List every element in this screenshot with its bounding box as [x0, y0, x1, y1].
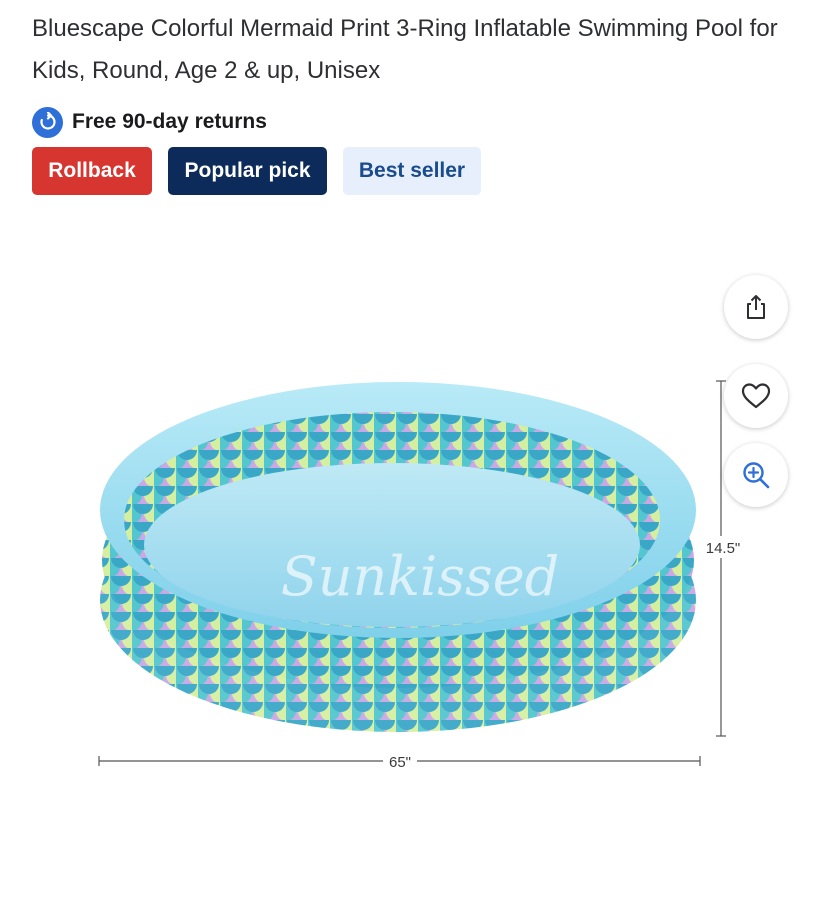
popular-pick-badge: Popular pick: [168, 147, 327, 195]
free-returns: Free 90-day returns: [32, 106, 267, 138]
height-label: 14.5": [706, 540, 741, 557]
rollback-badge: Rollback: [32, 147, 152, 195]
width-label: 65": [389, 754, 411, 771]
share-button[interactable]: [724, 275, 788, 339]
heart-icon: [741, 383, 771, 409]
share-icon: [747, 295, 765, 319]
product-title: Bluescape Colorful Mermaid Print 3-Ring …: [32, 15, 778, 84]
zoom-button[interactable]: [724, 443, 788, 507]
best-seller-badge: Best seller: [343, 147, 481, 195]
returns-icon: [32, 106, 63, 138]
badge-row: Rollback Popular pick Best seller: [32, 147, 481, 195]
returns-label: Free 90-day returns: [72, 110, 267, 133]
zoom-in-icon: [743, 462, 770, 489]
pool-floor-text: Sunkissed: [281, 545, 560, 608]
favorite-button[interactable]: [724, 364, 788, 428]
product-image[interactable]: Sunkissed 14.5" 65": [0, 360, 828, 780]
